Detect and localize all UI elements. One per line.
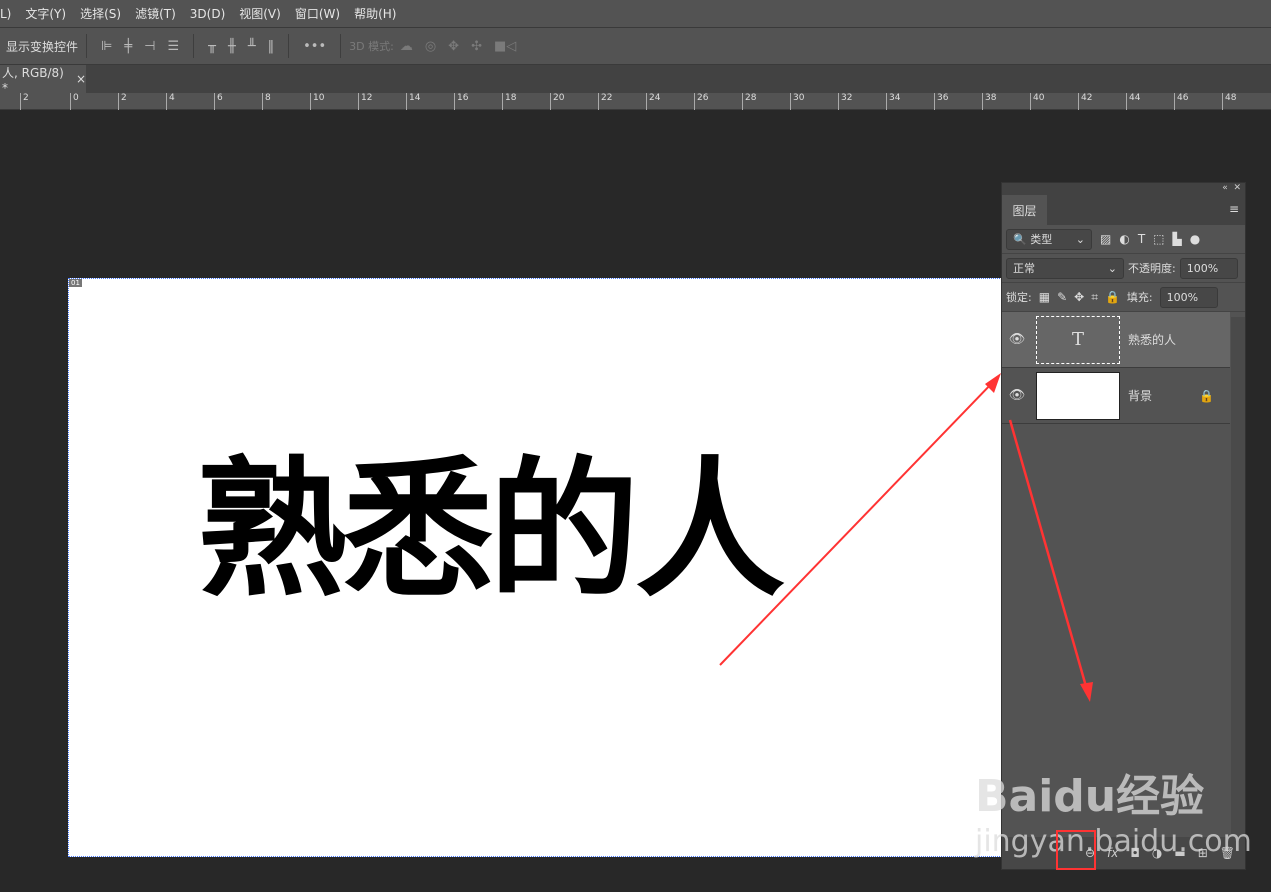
annotation-overlay xyxy=(719,373,1096,870)
arrow-head xyxy=(1080,682,1093,702)
annotation-arrow xyxy=(1008,419,1089,691)
highlight-box xyxy=(1056,830,1096,870)
annotation-arrow xyxy=(719,379,996,666)
arrow-head xyxy=(985,373,1001,393)
